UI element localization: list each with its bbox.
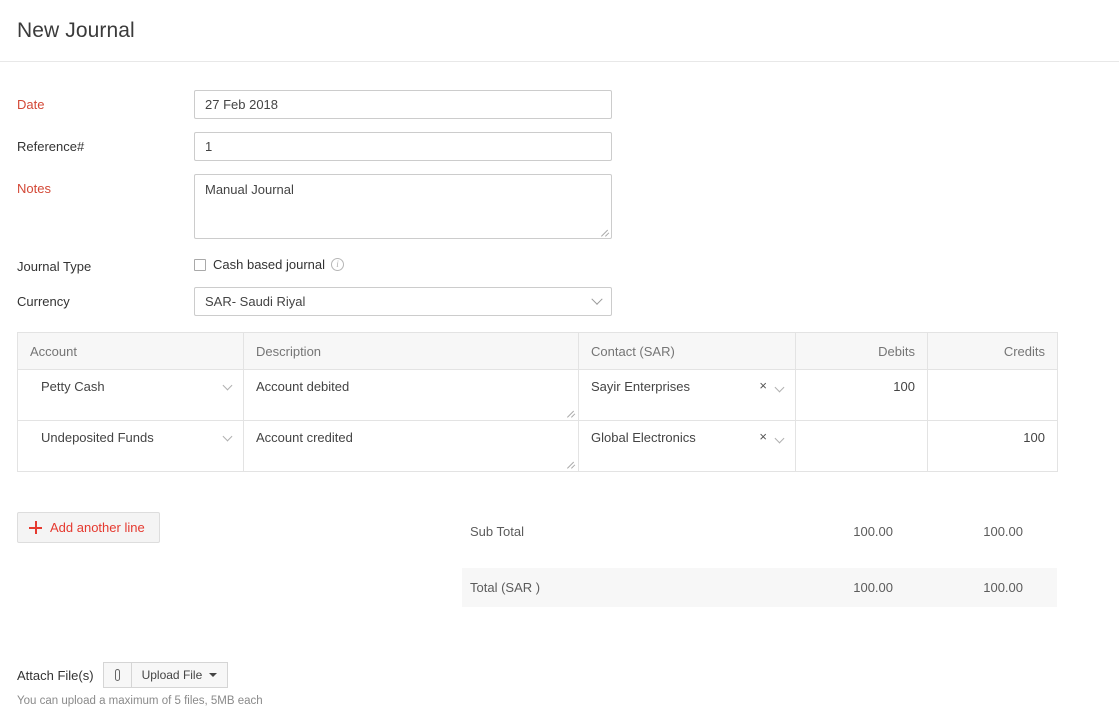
contact-cell[interactable]: Sayir Enterprises × — [579, 370, 796, 421]
grand-total-debits: 100.00 — [763, 580, 893, 595]
field-row-date: Date 27 Feb 2018 — [0, 90, 1119, 119]
column-header-account: Account — [18, 333, 244, 370]
upload-button-group: Upload File — [103, 662, 229, 688]
column-header-debits: Debits — [796, 333, 928, 370]
description-cell[interactable]: Account debited — [244, 370, 579, 421]
table-row: Undeposited Funds Account credited Globa… — [18, 421, 1058, 472]
field-row-reference: Reference# 1 — [0, 132, 1119, 161]
cash-based-journal-label: Cash based journal — [213, 257, 325, 272]
field-row-notes: Notes Manual Journal — [0, 174, 1119, 239]
upload-file-label: Upload File — [142, 668, 203, 682]
currency-select[interactable]: SAR- Saudi Riyal — [194, 287, 612, 316]
clear-icon[interactable]: × — [759, 431, 767, 443]
paperclip-icon — [115, 669, 120, 681]
attach-files-label: Attach File(s) — [17, 668, 94, 683]
chevron-down-icon — [591, 293, 602, 304]
add-another-line-button[interactable]: Add another line — [17, 512, 160, 543]
column-header-contact: Contact (SAR) — [579, 333, 796, 370]
chevron-down-icon — [775, 434, 785, 444]
plus-icon — [29, 521, 42, 534]
account-cell[interactable]: Petty Cash — [18, 370, 244, 421]
caret-down-icon — [209, 673, 217, 677]
account-value: Undeposited Funds — [30, 430, 154, 445]
contact-value: Sayir Enterprises — [591, 379, 690, 394]
sub-total-credits: 100.00 — [893, 524, 1023, 539]
clear-icon[interactable]: × — [759, 380, 767, 392]
info-icon[interactable]: i — [331, 258, 344, 271]
sub-total-debits: 100.00 — [763, 524, 893, 539]
currency-label: Currency — [17, 287, 194, 309]
chevron-down-icon — [223, 381, 233, 391]
field-row-currency: Currency SAR- Saudi Riyal — [0, 287, 1119, 316]
journal-form: Date 27 Feb 2018 Reference# 1 Notes Manu… — [0, 62, 1119, 316]
sub-total-row: Sub Total 100.00 100.00 — [462, 512, 1057, 551]
debits-cell[interactable]: 100 — [796, 370, 928, 421]
date-input[interactable]: 27 Feb 2018 — [194, 90, 612, 119]
account-value: Petty Cash — [30, 379, 105, 394]
sub-total-label: Sub Total — [470, 524, 763, 539]
resize-handle-icon[interactable] — [567, 460, 576, 469]
cash-based-journal-control[interactable]: Cash based journal i — [194, 252, 344, 272]
date-label: Date — [17, 90, 194, 112]
notes-textarea[interactable]: Manual Journal — [194, 174, 612, 239]
credits-cell[interactable]: 100 — [928, 421, 1058, 472]
attach-files-controls: Attach File(s) Upload File — [17, 662, 263, 688]
field-row-journal-type: Journal Type Cash based journal i — [0, 252, 1119, 274]
journal-type-label: Journal Type — [17, 252, 194, 274]
grand-total-label: Total (SAR ) — [470, 580, 763, 595]
column-header-description: Description — [244, 333, 579, 370]
description-value: Account credited — [256, 430, 353, 445]
description-value: Account debited — [256, 379, 349, 394]
upload-file-button[interactable]: Upload File — [131, 662, 229, 688]
resize-handle-icon[interactable] — [567, 409, 576, 418]
cash-based-journal-checkbox[interactable] — [194, 259, 206, 271]
contact-cell[interactable]: Global Electronics × — [579, 421, 796, 472]
attachment-button[interactable] — [103, 662, 131, 688]
account-cell[interactable]: Undeposited Funds — [18, 421, 244, 472]
reference-input[interactable]: 1 — [194, 132, 612, 161]
notes-label: Notes — [17, 174, 194, 196]
chevron-down-icon — [775, 383, 785, 393]
grand-total-credits: 100.00 — [893, 580, 1023, 595]
page-title: New Journal — [17, 19, 135, 43]
debits-cell[interactable] — [796, 421, 928, 472]
table-header-row: Account Description Contact (SAR) Debits… — [18, 333, 1058, 370]
credits-cell[interactable] — [928, 370, 1058, 421]
attach-files-section: Attach File(s) Upload File You can uploa… — [17, 662, 263, 707]
notes-wrapper: Manual Journal — [194, 174, 612, 239]
table-row: Petty Cash Account debited Sayir Enterpr… — [18, 370, 1058, 421]
page-header: New Journal — [0, 0, 1119, 62]
add-another-line-label: Add another line — [50, 520, 145, 535]
upload-hint-text: You can upload a maximum of 5 files, 5MB… — [17, 695, 263, 707]
reference-label: Reference# — [17, 132, 194, 154]
line-items-table-wrapper: Account Description Contact (SAR) Debits… — [17, 332, 1057, 472]
line-items-table: Account Description Contact (SAR) Debits… — [17, 332, 1058, 472]
chevron-down-icon — [223, 432, 233, 442]
contact-value: Global Electronics — [591, 430, 696, 445]
description-cell[interactable]: Account credited — [244, 421, 579, 472]
column-header-credits: Credits — [928, 333, 1058, 370]
currency-selected-value: SAR- Saudi Riyal — [205, 294, 305, 309]
grand-total-row: Total (SAR ) 100.00 100.00 — [462, 568, 1057, 607]
totals-section: Sub Total 100.00 100.00 Total (SAR ) 100… — [462, 512, 1057, 607]
